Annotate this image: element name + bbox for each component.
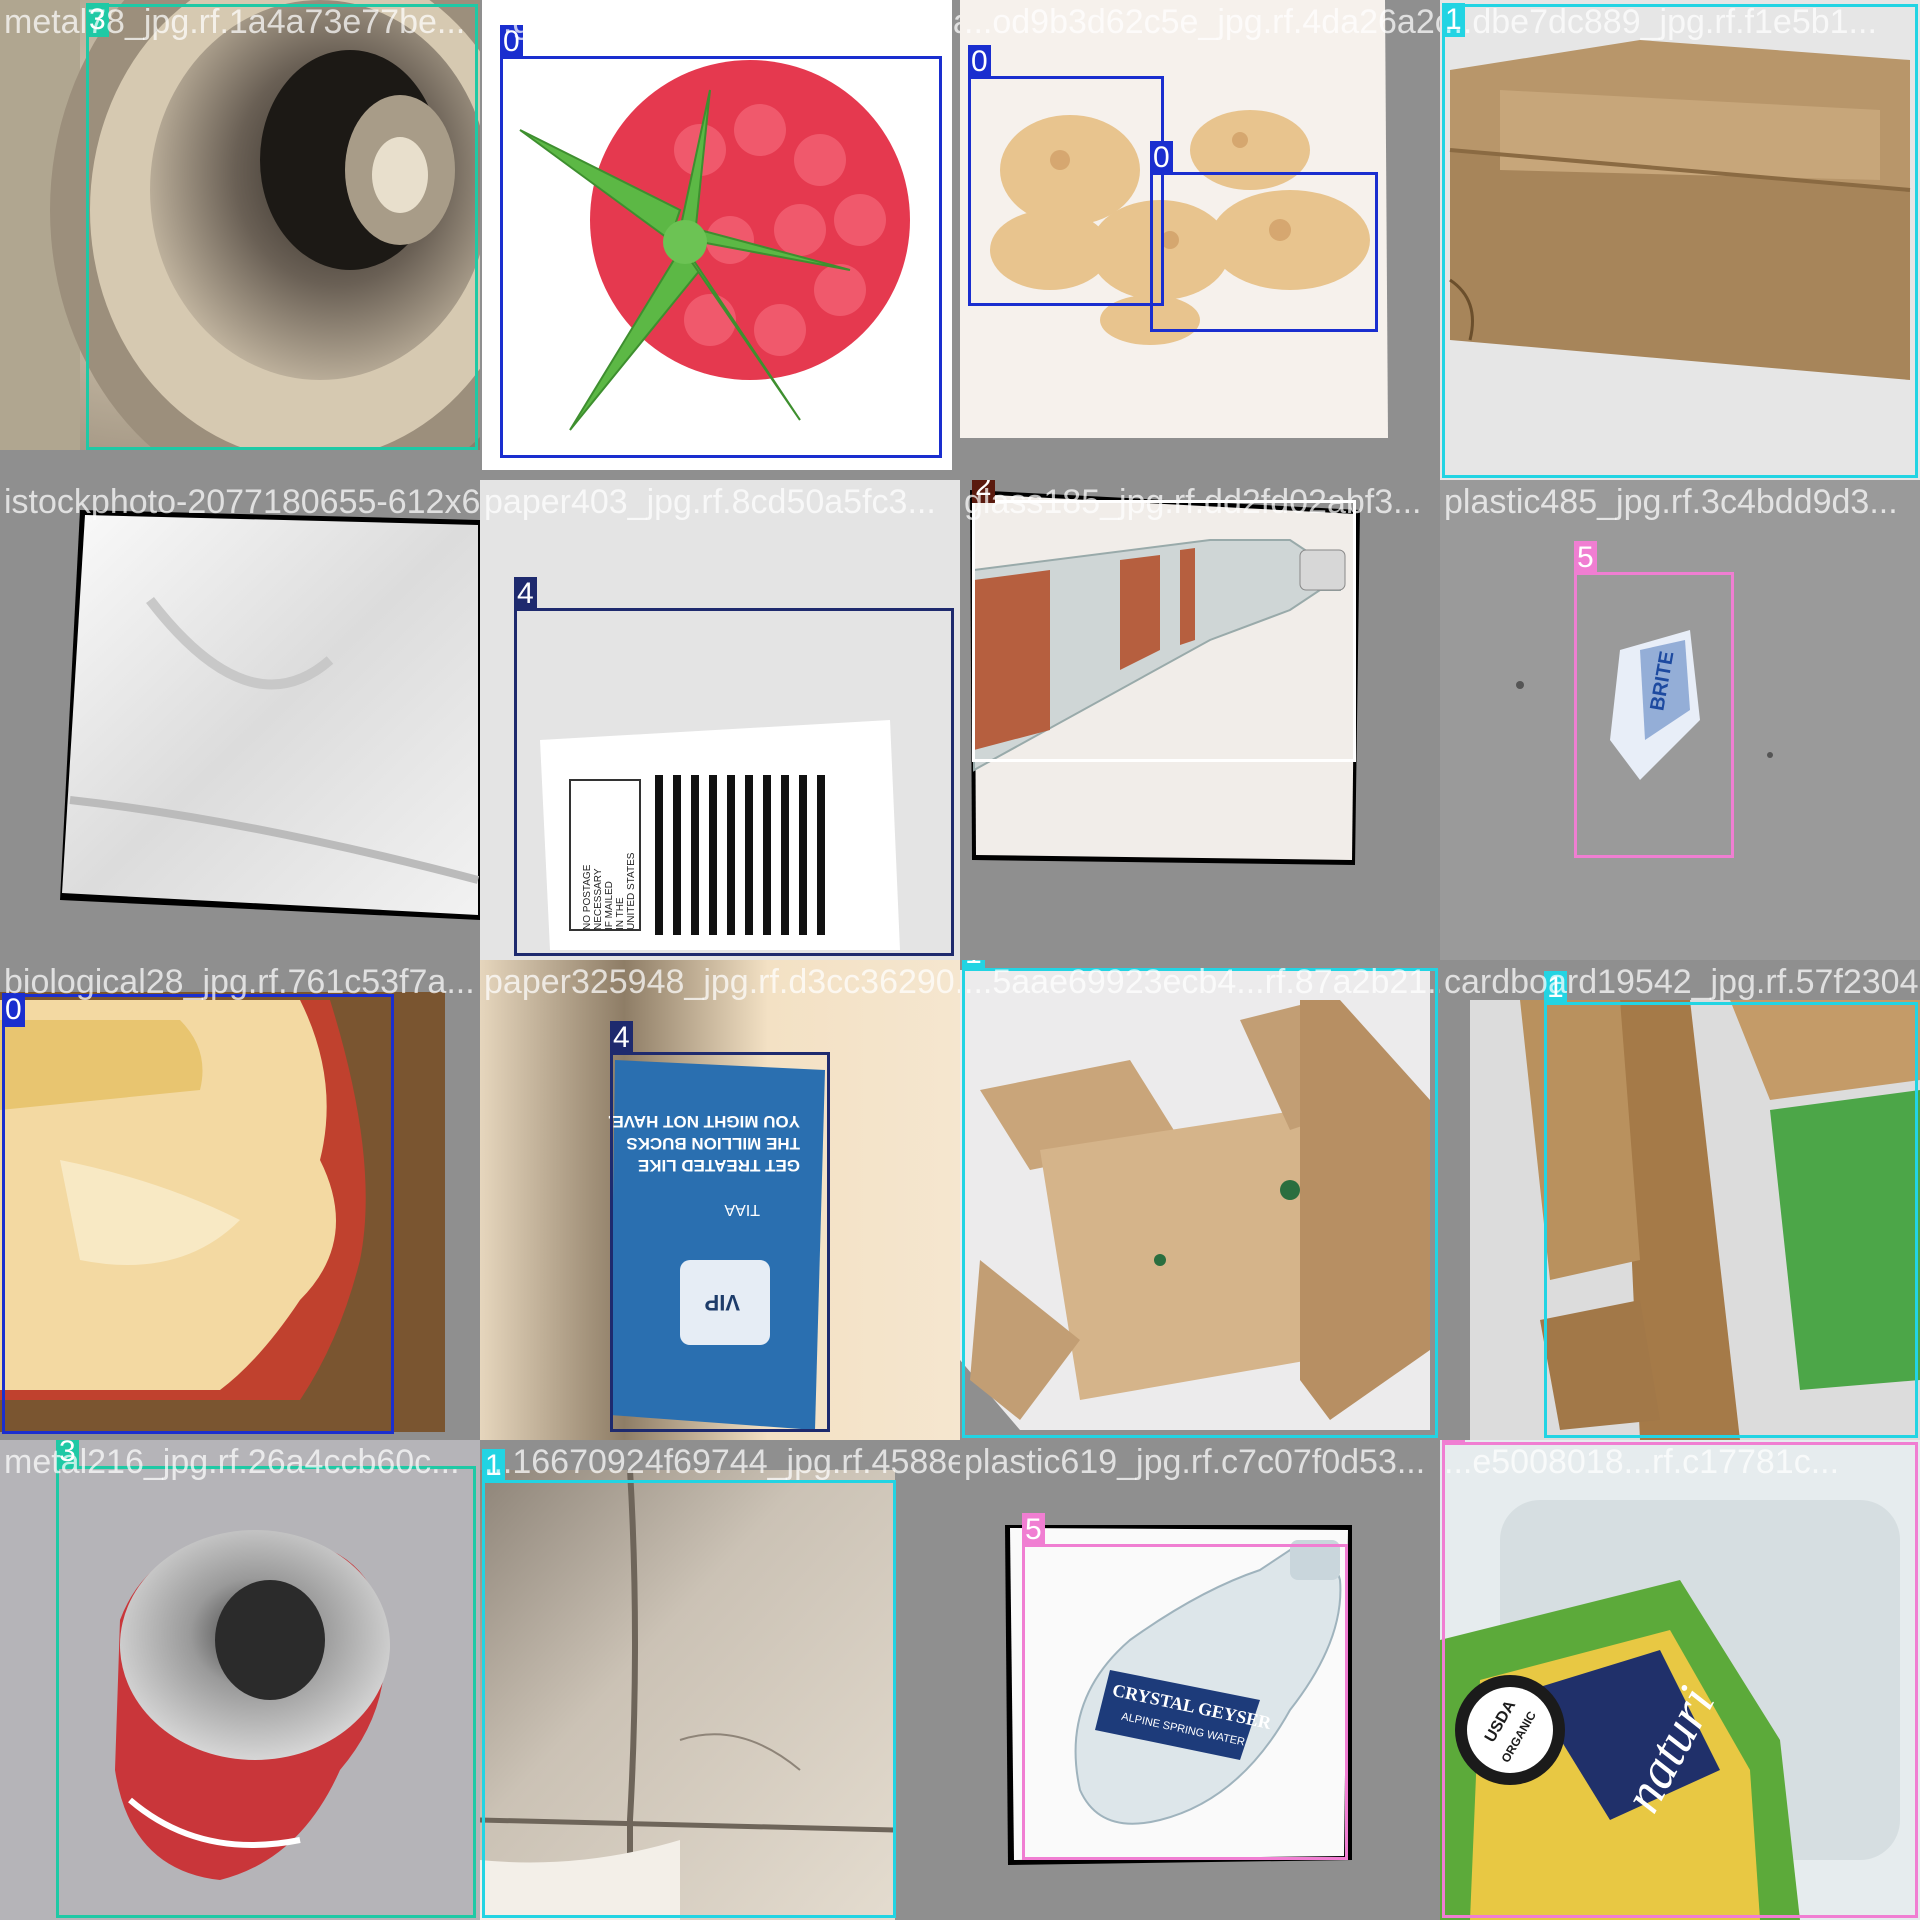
class-label: 4: [610, 1021, 633, 1055]
tile-torn-cardboard: cardboard19542_jpg.rf.57f2304... 1: [1440, 960, 1920, 1440]
class-label: 2: [972, 480, 995, 503]
bounding-box: 3: [56, 1440, 476, 1918]
tile-plastic-sheet: istockphoto-2077180655-612x612...: [0, 480, 480, 960]
class-label: 3: [56, 1440, 79, 1469]
bounding-box: 0: [1150, 141, 1378, 332]
bounding-box: 5: [1022, 1513, 1348, 1860]
bounding-box: 5: [1574, 541, 1734, 858]
class-label: 0: [2, 993, 25, 1027]
tile-brochure: GET TREATED LIKE THE MILLION BUCKS YOU M…: [480, 960, 960, 1440]
bounding-box: 1: [1442, 3, 1918, 478]
bounding-box: 0: [500, 25, 942, 458]
tile-baked-dish: biological28_jpg.rf.761c53f7a... 0: [0, 960, 480, 1440]
tile-flat-cardboard: ...5aae69923ecb4...rf.87a2b21... 1: [960, 960, 1440, 1440]
bounding-box: 1: [1544, 971, 1918, 1438]
class-label: 4: [514, 577, 537, 611]
class-label: 5: [1442, 1440, 1465, 1445]
bounding-box: 3: [86, 3, 478, 450]
tile-envelope: NO POSTAGE NECESSARY IF MAILED IN THE UN…: [480, 480, 960, 960]
plastic-sheet-image: [0, 480, 480, 960]
class-label: 1: [1442, 3, 1465, 37]
bounding-box: 4: [610, 1021, 830, 1432]
bounding-box: 4: [514, 577, 954, 956]
class-label: 0: [968, 45, 991, 79]
tile-wrapper: BRITE plastic485_jpg.rf.3c4bdd9d3... 5: [1440, 480, 1920, 960]
bounding-box: 0: [968, 45, 1164, 306]
class-label: 0: [1150, 141, 1173, 175]
tile-cardboard-box: ...dbe7dc889_jpg.rf.f1e5b1... 1: [1440, 0, 1920, 480]
class-label: 0: [500, 25, 523, 59]
tile-glass-bottle: glass185_jpg.rf.dd2fd02abf3... 2: [960, 480, 1440, 960]
tile-food-scraps: ...od9b3d62c5e_jpg.rf.4da26a2c... 0 0: [960, 0, 1440, 480]
bounding-box: 0: [2, 993, 394, 1434]
bounding-box: 1: [962, 960, 1438, 1438]
tile-water-jug: CRYSTAL GEYSER ALPINE SPRING WATER plast…: [960, 1440, 1440, 1920]
tile-cardboard-surface: ...16670924f69744_jpg.rf.4588e2a... 1: [480, 1440, 960, 1920]
class-label: 5: [1574, 541, 1597, 575]
tile-clamshell: USDA ORGANIC naturi ...e5008018...rf.c17…: [1440, 1440, 1920, 1920]
bounding-box: 1: [482, 1449, 896, 1918]
tile-crushed-can: metal216_jpg.rf.26a4ccb60c... 3: [0, 1440, 480, 1920]
class-label: 5: [1022, 1513, 1045, 1547]
tile-metal-can: metal78_jpg.rf.1a4a73e77be... 3: [0, 0, 480, 480]
class-label: 1: [482, 1449, 505, 1483]
tile-raspberry: ...ga97ked59f6je2_jpg.rf.8de56a70... 0: [480, 0, 960, 480]
bounding-box: 2: [972, 480, 1356, 762]
bounding-box: 5: [1442, 1440, 1918, 1918]
class-label: 1: [1544, 971, 1567, 1005]
class-label: 3: [86, 3, 109, 37]
class-label: 1: [962, 960, 985, 971]
mosaic-grid: metal78_jpg.rf.1a4a73e77be... 3 ...ga97k…: [0, 0, 1920, 1920]
